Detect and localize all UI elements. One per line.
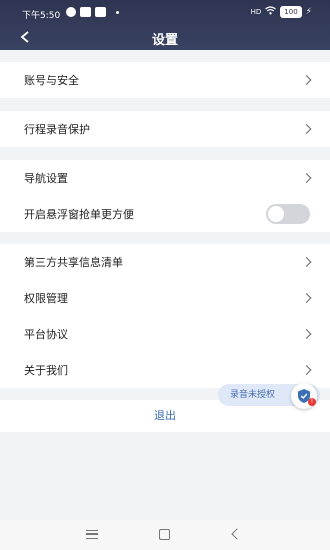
recording-shield-button[interactable]: ! xyxy=(291,383,317,409)
chat-notification-icon xyxy=(95,7,106,17)
settings-item-label: 权限管理 xyxy=(24,292,68,305)
settings-item-account-security[interactable]: 账号与安全 xyxy=(0,62,330,98)
settings-item-label: 开启悬浮窗抢单更方便 xyxy=(24,208,134,221)
chevron-right-icon xyxy=(301,173,312,183)
group-navigation: 导航设置 开启悬浮窗抢单更方便 xyxy=(0,160,330,232)
recording-status-label: 录音未授权 xyxy=(230,390,276,400)
settings-item-trip-recording[interactable]: 行程录音保护 xyxy=(0,111,330,147)
chevron-right-icon xyxy=(301,75,312,85)
settings-item-label: 行程录音保护 xyxy=(24,123,90,136)
charging-icon: ⚡ xyxy=(305,7,312,17)
toggle-knob xyxy=(268,206,284,222)
group-account: 账号与安全 xyxy=(0,62,330,98)
settings-item-label: 第三方共享信息清单 xyxy=(24,256,123,269)
chevron-right-icon xyxy=(301,365,312,375)
warning-badge: ! xyxy=(308,398,316,406)
settings-item-label: 导航设置 xyxy=(24,172,68,185)
floating-window-toggle[interactable] xyxy=(266,204,310,224)
menu-icon[interactable] xyxy=(86,530,98,539)
chevron-right-icon xyxy=(301,329,312,339)
status-right-icons: HD 100 ⚡ xyxy=(251,6,312,18)
settings-item-about-us[interactable]: 关于我们 xyxy=(0,352,330,388)
status-time: 下午5:50 xyxy=(22,11,61,21)
page-title: 设置 xyxy=(151,33,178,48)
signal-icon: HD xyxy=(250,8,262,16)
settings-item-floating-window: 开启悬浮窗抢单更方便 xyxy=(0,196,330,232)
chevron-right-icon xyxy=(301,124,312,134)
chevron-right-icon xyxy=(301,257,312,267)
battery-icon: 100 xyxy=(280,6,302,18)
settings-item-permissions[interactable]: 权限管理 xyxy=(0,280,330,316)
back-icon[interactable] xyxy=(231,528,243,540)
group-info: 第三方共享信息清单 权限管理 平台协议 关于我们 xyxy=(0,244,330,388)
top-bar: 下午5:50 HD 100 ⚡ 设置 xyxy=(0,0,330,50)
settings-item-platform-agreement[interactable]: 平台协议 xyxy=(0,316,330,352)
settings-item-label: 平台协议 xyxy=(24,328,68,341)
more-notifications-icon xyxy=(116,10,119,14)
wifi-icon xyxy=(265,6,277,18)
settings-item-third-party-sharing[interactable]: 第三方共享信息清单 xyxy=(0,244,330,280)
chevron-right-icon xyxy=(301,293,312,303)
settings-item-label: 关于我们 xyxy=(24,364,68,377)
message-notification-icon xyxy=(80,7,91,17)
home-icon[interactable] xyxy=(159,529,170,540)
status-left-icons xyxy=(66,7,119,17)
app-notification-icon xyxy=(66,7,76,17)
settings-item-label: 账号与安全 xyxy=(24,74,79,87)
status-bar: 下午5:50 HD 100 ⚡ xyxy=(0,0,330,26)
system-navigation-bar xyxy=(0,520,330,550)
group-recording: 行程录音保护 xyxy=(0,111,330,147)
settings-item-navigation[interactable]: 导航设置 xyxy=(0,160,330,196)
